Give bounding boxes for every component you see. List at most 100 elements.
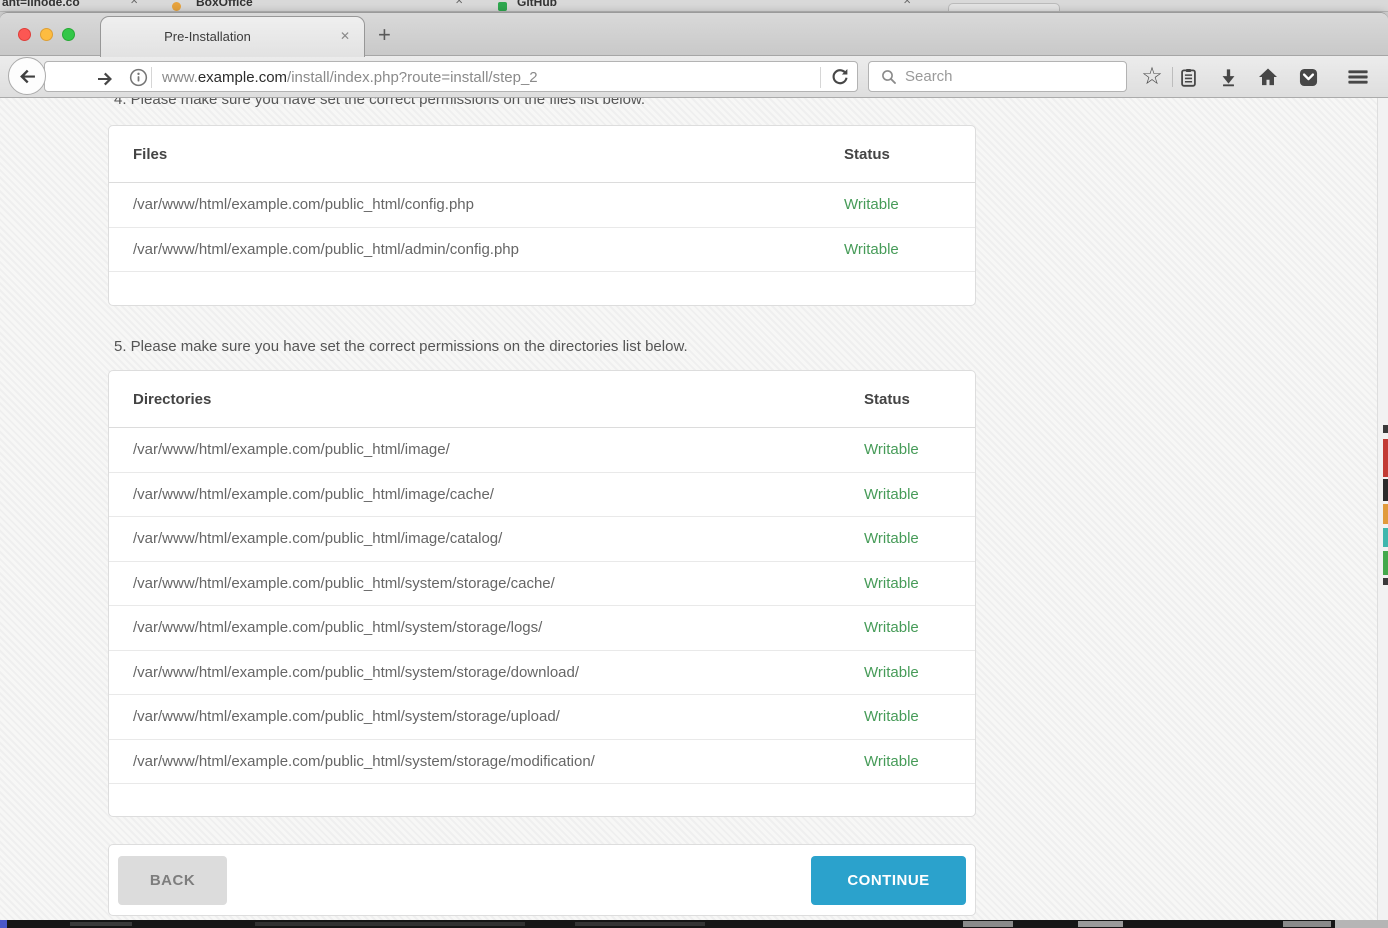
back-button[interactable]: [8, 57, 46, 95]
table-row: /var/www/html/example.com/public_html/im…: [109, 517, 975, 562]
reload-button[interactable]: [830, 67, 850, 87]
background-tab-close-icon[interactable]: ✕: [903, 0, 911, 7]
directories-column-header: Directories: [133, 391, 864, 408]
tab-pre-installation[interactable]: Pre-Installation ✕: [100, 16, 365, 57]
directory-path: /var/www/html/example.com/public_html/sy…: [133, 708, 864, 725]
url-text: www.example.com/install/index.php?route=…: [162, 69, 538, 86]
forward-button[interactable]: [97, 71, 113, 87]
pocket-button[interactable]: [1295, 64, 1321, 90]
hamburger-icon: [1346, 67, 1370, 87]
url-domain: example.com: [198, 69, 287, 86]
background-window-bottom: [0, 920, 1388, 928]
downloads-button[interactable]: [1215, 64, 1241, 90]
status-badge: Writable: [864, 486, 951, 503]
background-blob: [575, 922, 705, 926]
browser-window: Pre-Installation ✕ + www.example.com/ins…: [0, 12, 1388, 920]
step5-instruction: 5. Please make sure you have set the cor…: [114, 338, 688, 355]
background-edge-sliver: [1383, 439, 1388, 477]
table-row: /var/www/html/example.com/public_html/im…: [109, 473, 975, 518]
directories-table-header: Directories Status: [109, 371, 975, 428]
new-tab-button[interactable]: +: [378, 22, 391, 48]
actions-panel: BACK CONTINUE: [108, 844, 976, 916]
table-row: /var/www/html/example.com/public_html/sy…: [109, 740, 975, 785]
forward-icon: [97, 71, 113, 87]
pocket-icon: [1299, 68, 1318, 87]
bookmarks-list-icon: [1179, 68, 1198, 87]
status-badge: Writable: [844, 241, 951, 258]
bookmark-star-button[interactable]: ☆: [1139, 64, 1165, 90]
search-icon: [881, 69, 897, 85]
background-edge-sliver: [1383, 425, 1388, 433]
background-blob: [70, 922, 132, 926]
boxoffice-favicon: [172, 2, 181, 11]
github-favicon: [498, 2, 507, 11]
tab-title: Pre-Installation: [101, 29, 314, 44]
table-row: /var/www/html/example.com/public_html/sy…: [109, 606, 975, 651]
close-window-button[interactable]: [18, 28, 31, 41]
directory-path: /var/www/html/example.com/public_html/im…: [133, 486, 864, 503]
files-column-header: Files: [133, 146, 844, 163]
directory-path: /var/www/html/example.com/public_html/im…: [133, 441, 864, 458]
file-path: /var/www/html/example.com/public_html/ad…: [133, 241, 844, 258]
background-tab-boxoffice[interactable]: BoxOffice: [196, 0, 253, 9]
menu-button[interactable]: [1345, 64, 1371, 90]
background-blob: [255, 922, 525, 926]
url-bar[interactable]: www.example.com/install/index.php?route=…: [44, 61, 858, 92]
status-badge: Writable: [864, 708, 951, 725]
screen: ant=linode.co ✕ BoxOffice ✕ GitHub ✕ Pre…: [0, 0, 1388, 928]
background-blob: [1078, 921, 1123, 927]
url-separator: [151, 67, 152, 88]
table-row: /var/www/html/example.com/public_html/ad…: [109, 228, 975, 273]
search-input[interactable]: [905, 62, 1120, 91]
back-icon: [19, 68, 36, 85]
background-blob: [963, 921, 1013, 927]
back-step-button[interactable]: BACK: [118, 856, 227, 905]
page-info-button[interactable]: [129, 68, 148, 87]
minimize-window-button[interactable]: [40, 28, 53, 41]
background-tab-close-icon[interactable]: ✕: [130, 0, 138, 7]
status-column-header: Status: [864, 391, 951, 408]
file-path: /var/www/html/example.com/public_html/co…: [133, 196, 844, 213]
url-path: /install/index.php?route=install/step_2: [287, 69, 538, 86]
background-tab-github[interactable]: GitHub: [517, 0, 557, 9]
background-tab-close-icon[interactable]: ✕: [455, 0, 463, 7]
directories-panel: Directories Status /var/www/html/example…: [108, 370, 976, 817]
status-badge: Writable: [864, 753, 951, 770]
bookmarks-menu-button[interactable]: [1175, 64, 1201, 90]
background-edge-sliver: [1383, 504, 1388, 524]
table-row: /var/www/html/example.com/public_html/sy…: [109, 695, 975, 740]
directory-path: /var/www/html/example.com/public_html/sy…: [133, 619, 864, 636]
tab-close-icon[interactable]: ✕: [340, 29, 350, 43]
directory-path: /var/www/html/example.com/public_html/sy…: [133, 664, 864, 681]
background-edge-sliver: [1383, 551, 1388, 575]
status-badge: Writable: [864, 441, 951, 458]
background-tab-fragment[interactable]: ant=linode.co: [2, 0, 80, 9]
page-content: 4. Please make sure you have set the cor…: [0, 98, 1388, 920]
status-badge: Writable: [864, 664, 951, 681]
status-badge: Writable: [844, 196, 951, 213]
toolbar-separator: [1172, 67, 1173, 87]
status-badge: Writable: [864, 530, 951, 547]
background-blob: [1283, 921, 1331, 927]
tab-bar: Pre-Installation ✕ +: [0, 13, 1388, 56]
table-row: /var/www/html/example.com/public_html/sy…: [109, 562, 975, 607]
background-blob: [1335, 920, 1388, 928]
table-row: /var/www/html/example.com/public_html/sy…: [109, 651, 975, 696]
directory-path: /var/www/html/example.com/public_html/sy…: [133, 575, 864, 592]
url-prefix: www.: [162, 69, 198, 86]
table-row: /var/www/html/example.com/public_html/co…: [109, 183, 975, 228]
background-edge-sliver: [1383, 528, 1388, 547]
home-icon: [1258, 67, 1278, 87]
background-window-strip: ant=linode.co ✕ BoxOffice ✕ GitHub ✕: [0, 0, 1388, 12]
status-badge: Writable: [864, 575, 951, 592]
background-edge-sliver: [1383, 479, 1388, 501]
continue-button[interactable]: CONTINUE: [811, 856, 966, 905]
reload-icon: [830, 67, 850, 87]
status-badge: Writable: [864, 619, 951, 636]
reload-separator: [820, 67, 821, 88]
directory-path: /var/www/html/example.com/public_html/sy…: [133, 753, 864, 770]
home-button[interactable]: [1255, 64, 1281, 90]
files-panel: Files Status /var/www/html/example.com/p…: [108, 125, 976, 306]
navigation-toolbar: www.example.com/install/index.php?route=…: [0, 56, 1388, 98]
zoom-window-button[interactable]: [62, 28, 75, 41]
